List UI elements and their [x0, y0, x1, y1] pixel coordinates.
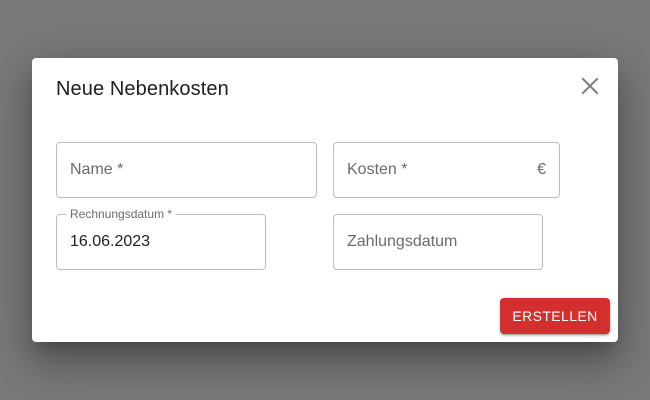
cost-placeholder: Kosten *: [347, 161, 408, 178]
new-expense-dialog: Neue Nebenkosten Name * Kosten * € Rechn…: [32, 58, 618, 342]
name-placeholder: Name *: [70, 161, 124, 178]
euro-adornment: €: [537, 161, 546, 178]
name-field[interactable]: Name *: [56, 142, 317, 198]
invoice-date-label: Rechnungsdatum *: [66, 207, 177, 221]
cost-field[interactable]: Kosten * €: [333, 142, 560, 198]
invoice-date-field[interactable]: Rechnungsdatum * 16.06.2023: [56, 207, 266, 270]
dialog-title: Neue Nebenkosten: [56, 78, 229, 100]
payment-date-placeholder: Zahlungsdatum: [347, 233, 458, 250]
invoice-date-value: 16.06.2023: [70, 233, 151, 250]
close-button[interactable]: [578, 74, 602, 98]
payment-date-field[interactable]: Zahlungsdatum: [333, 214, 543, 270]
create-button[interactable]: ERSTELLEN: [500, 298, 610, 334]
close-icon: [581, 77, 599, 95]
